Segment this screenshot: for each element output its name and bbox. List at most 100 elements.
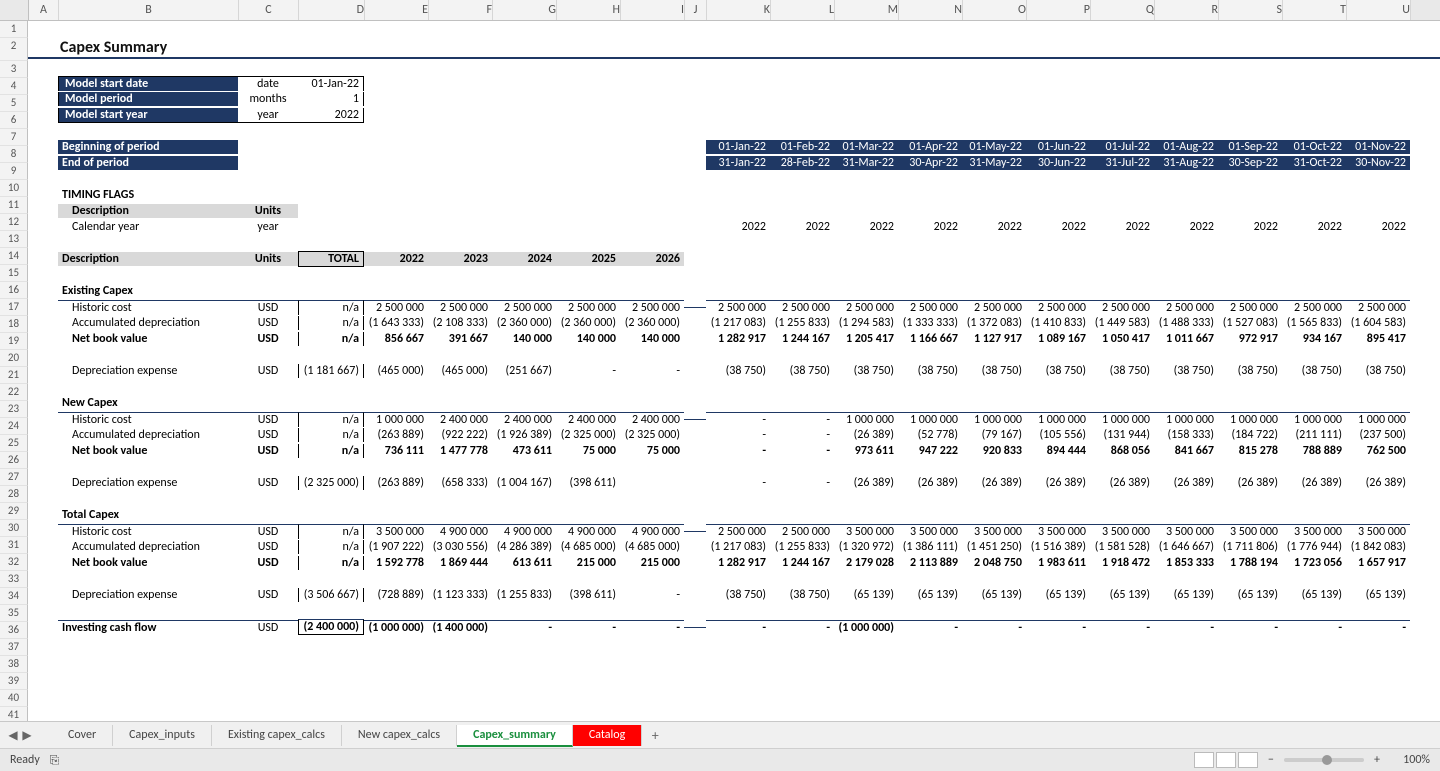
cell[interactable]: (1 217 083) xyxy=(706,316,770,330)
row-header[interactable]: 9 xyxy=(0,163,28,180)
cell[interactable]: 4 900 000 xyxy=(428,524,492,539)
cell[interactable]: USD xyxy=(238,476,298,490)
row-header[interactable]: 30 xyxy=(0,520,28,537)
cell[interactable]: 2 400 000 xyxy=(428,412,492,427)
cell[interactable]: (465 000) xyxy=(364,364,428,378)
cell[interactable]: (922 222) xyxy=(428,428,492,442)
cell[interactable]: n/a xyxy=(298,412,364,427)
cell[interactable]: 1 918 472 xyxy=(1090,556,1154,570)
cell[interactable]: (65 139) xyxy=(898,588,962,602)
cell[interactable]: (105 556) xyxy=(1026,428,1090,442)
cell[interactable]: 934 167 xyxy=(1282,332,1346,346)
cell[interactable]: (3 506 667) xyxy=(298,588,364,602)
cell[interactable]: - xyxy=(620,588,684,602)
row-header[interactable]: 3 xyxy=(0,61,28,78)
cell[interactable]: (1 255 833) xyxy=(770,540,834,554)
cell[interactable]: (65 139) xyxy=(1154,588,1218,602)
row-header[interactable]: 32 xyxy=(0,554,28,571)
cell[interactable]: 2 500 000 xyxy=(706,300,770,315)
cell[interactable]: (1 565 833) xyxy=(1282,316,1346,330)
cell[interactable]: Total Capex xyxy=(58,508,238,522)
cell[interactable]: 2022 xyxy=(898,220,962,234)
cell[interactable]: (2 360 000) xyxy=(620,316,684,330)
cell[interactable]: (1 604 583) xyxy=(1346,316,1410,330)
cell[interactable]: - xyxy=(556,620,620,635)
cell[interactable]: TOTAL xyxy=(298,251,364,267)
view-page-break-icon[interactable] xyxy=(1238,752,1258,768)
cell[interactable]: 01-Jun-22 xyxy=(1026,140,1090,154)
cell[interactable]: 1 000 000 xyxy=(1090,412,1154,427)
col-header-E[interactable]: E xyxy=(365,0,429,20)
cell[interactable]: 762 500 xyxy=(1346,444,1410,458)
cell[interactable]: Existing Capex xyxy=(58,284,238,298)
cell[interactable]: 2 500 000 xyxy=(1154,300,1218,315)
cell[interactable]: (1 320 972) xyxy=(834,540,898,554)
cell[interactable]: 01-Aug-22 xyxy=(1154,140,1218,154)
row-header[interactable]: 15 xyxy=(0,265,28,282)
cell[interactable]: 2 500 000 xyxy=(770,524,834,539)
row-header[interactable]: 8 xyxy=(0,146,28,163)
cell[interactable]: USD xyxy=(238,524,298,539)
cell[interactable]: (1 449 583) xyxy=(1090,316,1154,330)
cell[interactable]: Model start date xyxy=(58,76,238,91)
cell[interactable]: 2 113 889 xyxy=(898,556,962,570)
cell[interactable]: 2 500 000 xyxy=(1346,300,1410,315)
cell[interactable]: (1 581 528) xyxy=(1090,540,1154,554)
grid-area[interactable]: A B C D E F G H I J K L M N O P Q R S T … xyxy=(0,0,1440,721)
cell[interactable]: 215 000 xyxy=(620,556,684,570)
cell[interactable]: 2 400 000 xyxy=(620,412,684,427)
cell[interactable]: 1 205 417 xyxy=(834,332,898,346)
cell[interactable]: 2 500 000 xyxy=(834,300,898,315)
cell[interactable]: Net book value xyxy=(58,556,238,570)
cell[interactable]: 1 000 000 xyxy=(1346,412,1410,427)
cell[interactable]: n/a xyxy=(298,428,364,442)
cell[interactable]: Accumulated depreciation xyxy=(58,316,238,330)
cell[interactable]: USD xyxy=(238,588,298,602)
cell[interactable]: 1 127 917 xyxy=(962,332,1026,346)
cell[interactable]: 2022 xyxy=(1154,220,1218,234)
row-header[interactable]: 40 xyxy=(0,690,28,707)
cell[interactable]: (65 139) xyxy=(1282,588,1346,602)
cell[interactable]: Historic cost xyxy=(58,300,238,315)
row-header[interactable]: 6 xyxy=(0,112,28,129)
cell[interactable]: - xyxy=(492,620,556,635)
cell[interactable]: 1 282 917 xyxy=(706,556,770,570)
cell[interactable]: Investing cash flow xyxy=(58,620,238,635)
col-header-G[interactable]: G xyxy=(493,0,557,20)
cell[interactable]: (26 389) xyxy=(898,476,962,490)
col-header-T[interactable]: T xyxy=(1283,0,1347,20)
cell[interactable]: 2 500 000 xyxy=(556,300,620,315)
tab-nav-next-icon[interactable]: ▶ xyxy=(20,728,34,743)
cell[interactable]: 1 011 667 xyxy=(1154,332,1218,346)
cell[interactable]: 2 179 028 xyxy=(834,556,898,570)
cell[interactable]: (1 527 083) xyxy=(1218,316,1282,330)
row-header[interactable]: 24 xyxy=(0,418,28,435)
cell[interactable]: (2 325 000) xyxy=(298,476,364,490)
cell[interactable]: 2 500 000 xyxy=(1026,300,1090,315)
cell[interactable]: Description xyxy=(58,252,238,266)
row-header[interactable]: 21 xyxy=(0,367,28,384)
cell[interactable]: 2 500 000 xyxy=(364,300,428,315)
row-header[interactable]: 2 xyxy=(0,38,28,61)
cell[interactable]: (398 611) xyxy=(556,588,620,602)
cell[interactable]: (2 325 000) xyxy=(556,428,620,442)
row-header[interactable]: 16 xyxy=(0,282,28,299)
cell[interactable]: 31-Oct-22 xyxy=(1282,156,1346,170)
cell[interactable]: (1 907 222) xyxy=(364,540,428,554)
cell[interactable]: - xyxy=(706,476,770,490)
cell[interactable]: 3 500 000 xyxy=(364,524,428,539)
cell[interactable]: n/a xyxy=(298,444,364,458)
cell[interactable]: n/a xyxy=(298,524,364,539)
cell[interactable]: USD xyxy=(238,316,298,330)
cell[interactable]: 1 477 778 xyxy=(428,444,492,458)
cell[interactable]: (1 181 667) xyxy=(298,364,364,378)
cell[interactable]: 01-Jan-22 xyxy=(706,140,770,154)
col-header-H[interactable]: H xyxy=(557,0,621,20)
cell[interactable]: (184 722) xyxy=(1218,428,1282,442)
cell[interactable]: (251 667) xyxy=(492,364,556,378)
cell[interactable]: 1 723 056 xyxy=(1282,556,1346,570)
cell[interactable]: 2022 xyxy=(834,220,898,234)
cell[interactable]: 2 500 000 xyxy=(1090,300,1154,315)
cell[interactable]: Units xyxy=(238,252,298,266)
cell[interactable]: (65 139) xyxy=(1026,588,1090,602)
